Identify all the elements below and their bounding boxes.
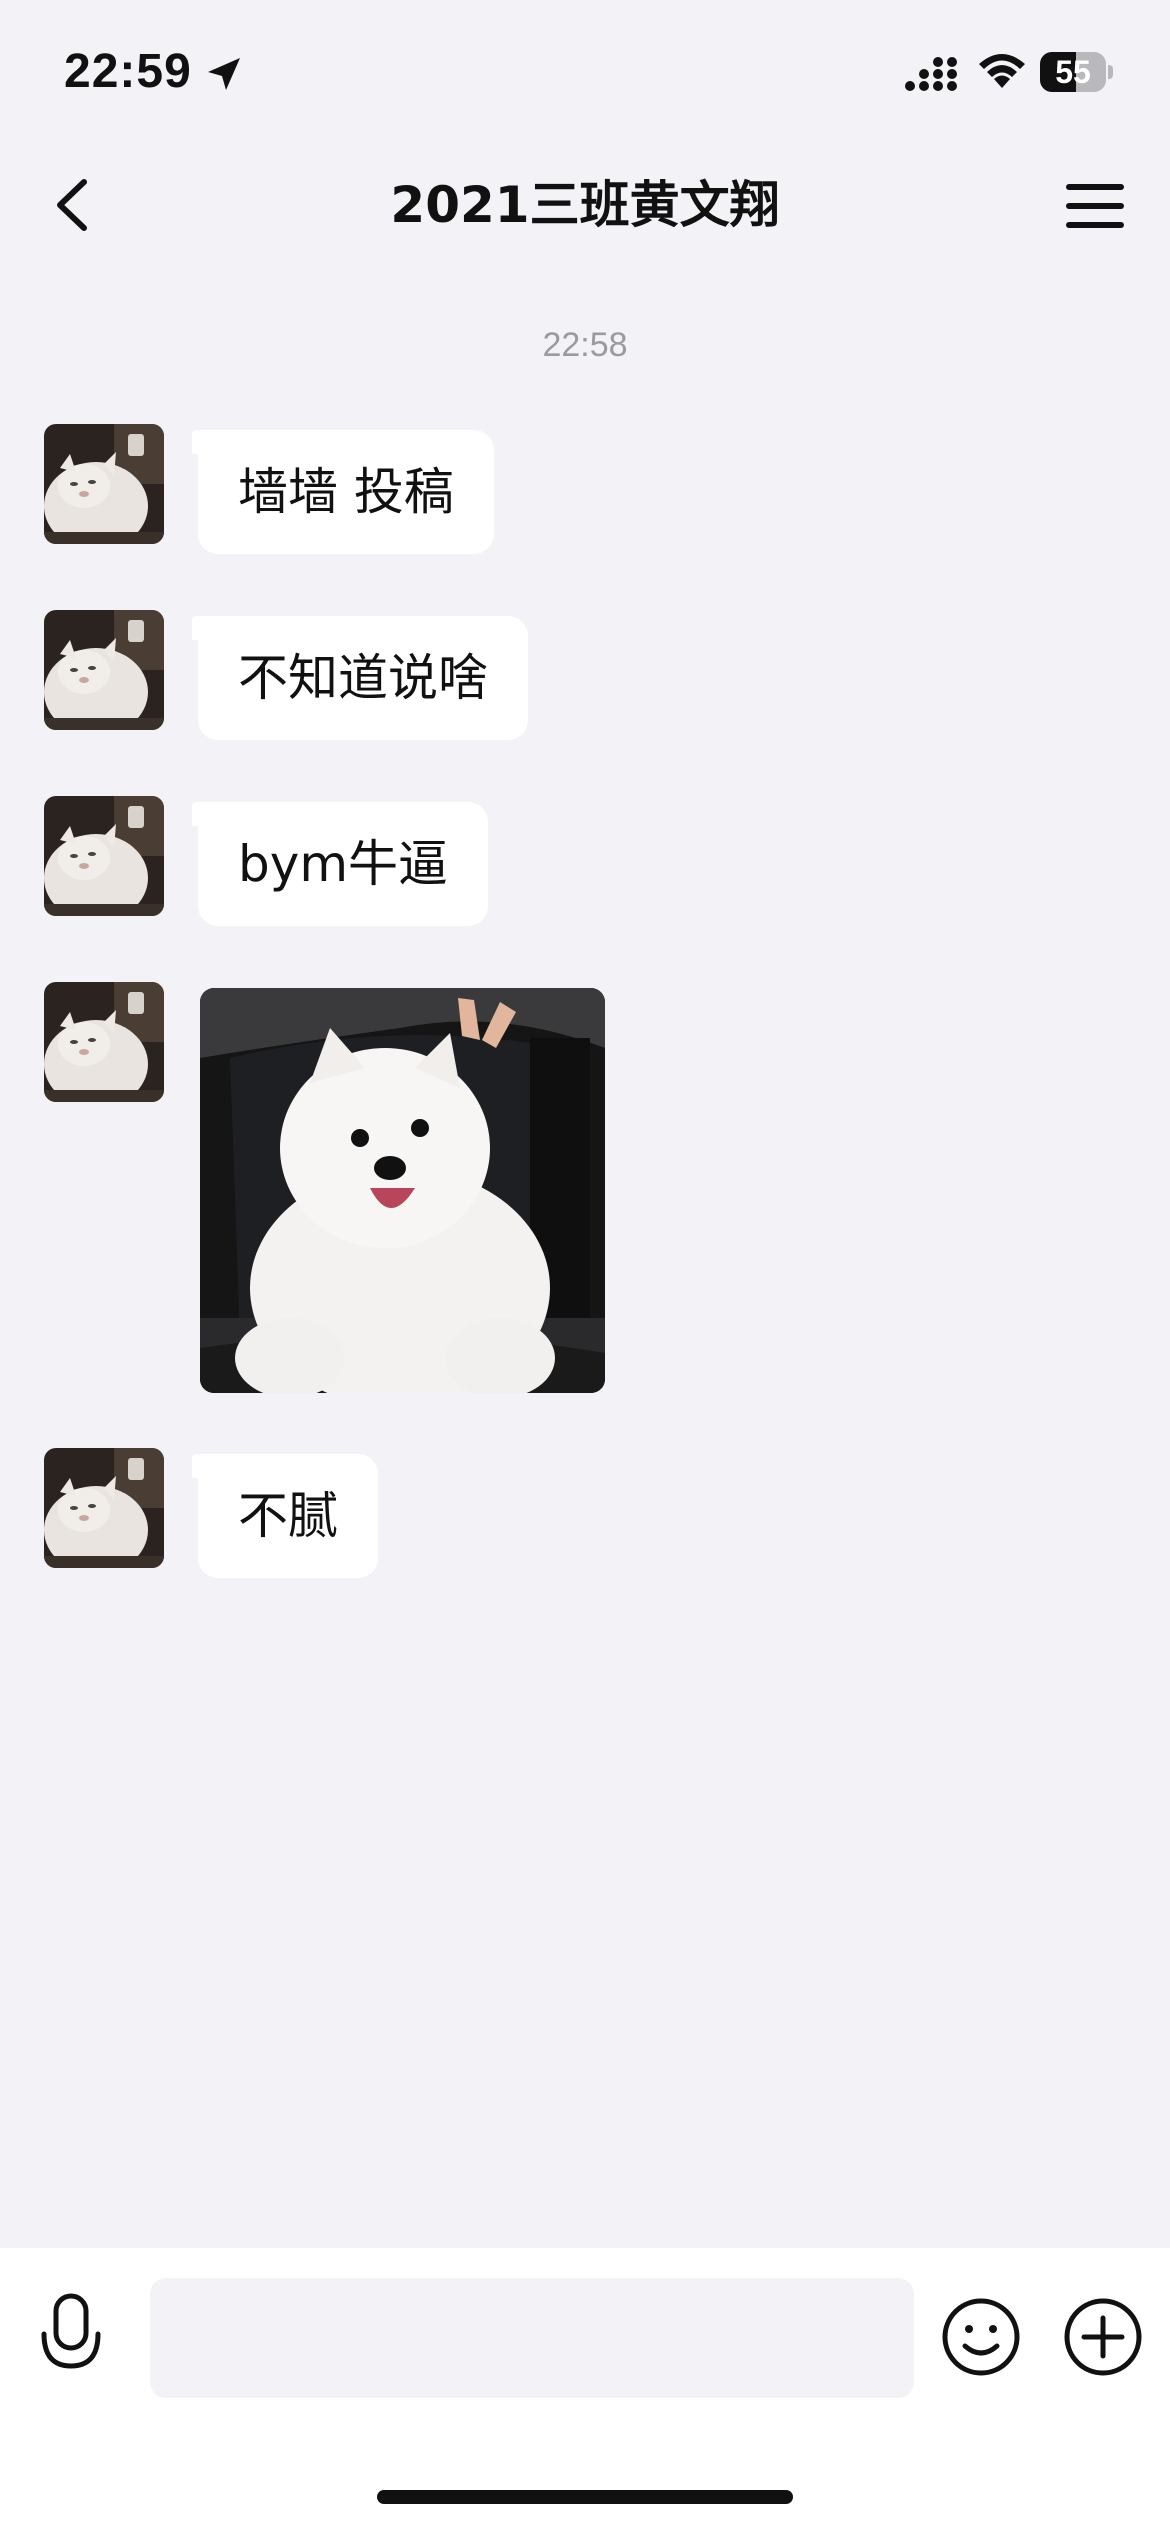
hamburger-menu-icon[interactable] [1062,178,1128,234]
home-indicator[interactable] [377,2490,793,2504]
message-bubble[interactable]: 不腻 [198,1454,378,1578]
message-timestamp: 22:58 [542,326,628,364]
avatar-image [44,424,164,544]
image-message[interactable] [200,988,605,1393]
avatar-image [44,796,164,916]
avatar-image [44,982,164,1102]
chat-title: 2021三班黄文翔 [390,176,780,234]
puppy-photo [200,988,605,1393]
message-bubble[interactable]: bym牛逼 [198,802,489,926]
message-input[interactable] [150,2278,914,2398]
microphone-icon[interactable] [36,2290,106,2380]
status-bar: 22:59 55 [0,0,1170,140]
message-bubble[interactable]: 墙墙 投稿 [198,430,494,554]
battery-tip [1108,65,1113,79]
avatar[interactable] [44,424,164,544]
battery-icon: 55 [1040,52,1114,92]
cellular-signal-icon [905,57,957,91]
input-bar [0,2248,1170,2532]
battery-body: 55 [1040,52,1106,92]
status-time: 22:59 [64,45,192,98]
avatar[interactable] [44,796,164,916]
nav-bar: 2021三班黄文翔 [0,140,1170,270]
avatar[interactable] [44,982,164,1102]
chevron-left-icon[interactable] [40,170,110,240]
avatar-image [44,610,164,730]
plus-circle-icon[interactable] [1062,2296,1144,2378]
avatar-image [44,1448,164,1568]
emoji-smile-icon[interactable] [940,2296,1022,2378]
message-text: 不知道说啥 [238,649,488,707]
battery-level: 55 [1055,54,1091,90]
avatar[interactable] [44,610,164,730]
message-text: bym牛逼 [238,835,449,893]
message-text: 墙墙 投稿 [238,463,454,521]
message-text: 不腻 [238,1487,338,1545]
wifi-icon [979,54,1025,88]
message-bubble[interactable]: 不知道说啥 [198,616,528,740]
location-arrow-icon [208,58,240,90]
avatar[interactable] [44,1448,164,1568]
